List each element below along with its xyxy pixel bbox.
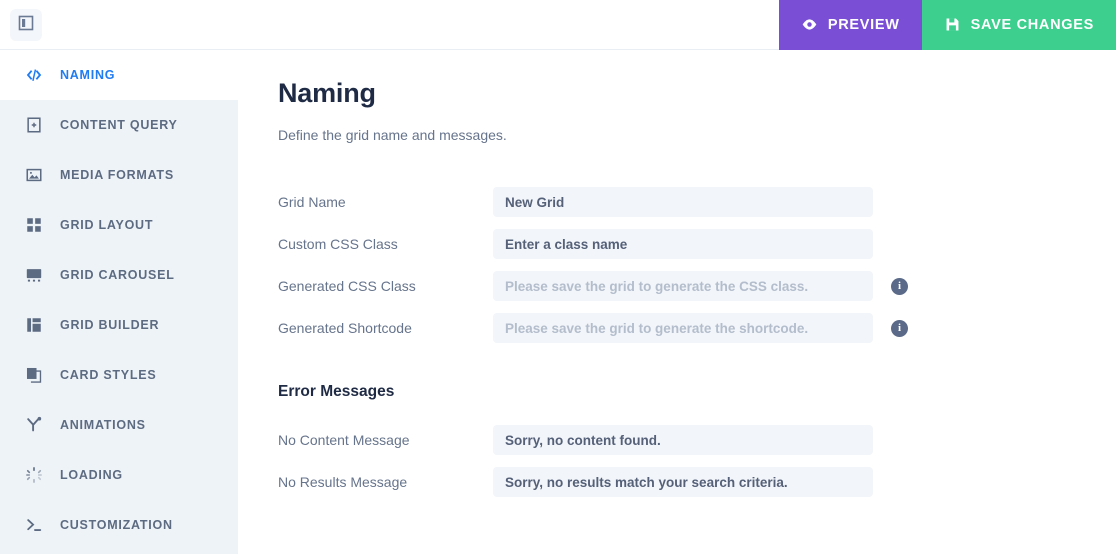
document-add-icon xyxy=(24,115,44,135)
sidebar-item-label: Customization xyxy=(60,518,173,532)
info-icon[interactable]: i xyxy=(891,319,908,337)
sidebar-item-animations[interactable]: Animations xyxy=(0,400,238,450)
monitor-icon xyxy=(24,265,44,285)
field-row-custom-css-class: Custom CSS Class Enter a class name xyxy=(278,229,1076,259)
generated-shortcode-input[interactable]: Please save the grid to generate the sho… xyxy=(493,313,873,343)
field-row-no-content-message: No Content Message Sorry, no content fou… xyxy=(278,425,1076,455)
sidebar-item-customization[interactable]: Customization xyxy=(0,500,238,550)
no-content-message-input[interactable]: Sorry, no content found. xyxy=(493,425,873,455)
sidebar-item-label: Content Query xyxy=(60,118,178,132)
sidebar-item-label: Animations xyxy=(60,418,146,432)
floppy-disk-icon xyxy=(944,16,961,33)
info-icon[interactable]: i xyxy=(891,277,908,295)
page-title: Naming xyxy=(278,78,376,108)
field-row-generated-shortcode: Generated Shortcode Please save the grid… xyxy=(278,313,1076,343)
error-messages-section-title: Error Messages xyxy=(278,383,395,400)
sidebar-item-label: Loading xyxy=(60,468,123,482)
save-changes-button-label: Save Changes xyxy=(970,16,1094,33)
sidebar-item-label: Naming xyxy=(60,68,116,82)
field-value: New Grid xyxy=(505,194,565,210)
sidebar-item-label: Card Styles xyxy=(60,368,157,382)
field-label: Custom CSS Class xyxy=(278,236,398,252)
generated-css-class-input[interactable]: Please save the grid to generate the CSS… xyxy=(493,271,873,301)
main-content: Naming Define the grid name and messages… xyxy=(238,50,1116,554)
magic-wand-icon xyxy=(24,415,44,435)
sidebar-item-label: Grid Layout xyxy=(60,218,154,232)
field-value: Please save the grid to generate the sho… xyxy=(505,320,809,336)
sidebar-item-content-query[interactable]: Content Query xyxy=(0,100,238,150)
top-header: Preview Save Changes xyxy=(0,0,1116,50)
image-icon xyxy=(24,165,44,185)
sidebar-toggle-icon xyxy=(18,15,34,34)
field-label: Grid Name xyxy=(278,194,346,210)
field-label: Generated CSS Class xyxy=(278,278,416,294)
terminal-prompt-icon xyxy=(24,515,44,535)
preview-button-label: Preview xyxy=(827,16,900,33)
sidebar-item-grid-layout[interactable]: Grid Layout xyxy=(0,200,238,250)
page-description: Define the grid name and messages. xyxy=(278,127,507,143)
grid-name-input[interactable]: New Grid xyxy=(493,187,873,217)
sidebar-item-label: Grid Builder xyxy=(60,318,160,332)
naming-fields-group: Grid Name New Grid Custom CSS Class Ente… xyxy=(278,187,1076,343)
field-value: Enter a class name xyxy=(505,236,628,252)
sidebar-item-grid-carousel[interactable]: Grid Carousel xyxy=(0,250,238,300)
field-label: No Results Message xyxy=(278,474,408,490)
layout-columns-icon xyxy=(24,315,44,335)
header-actions: Preview Save Changes xyxy=(778,0,1116,50)
sidebar-item-card-styles[interactable]: Card Styles xyxy=(0,350,238,400)
field-label: No Content Message xyxy=(278,432,410,448)
sidebar-item-grid-builder[interactable]: Grid Builder xyxy=(0,300,238,350)
field-value: Please save the grid to generate the CSS… xyxy=(505,278,809,294)
app-root: Preview Save Changes xyxy=(0,0,1116,554)
field-row-no-results-message: No Results Message Sorry, no results mat… xyxy=(278,467,1076,497)
preview-button[interactable]: Preview xyxy=(778,0,922,50)
grid-squares-icon xyxy=(24,215,44,235)
field-row-generated-css-class: Generated CSS Class Please save the grid… xyxy=(278,271,1076,301)
sidebar-nav: Naming Content Query xyxy=(0,50,238,554)
field-value: Sorry, no results match your search crit… xyxy=(505,474,788,490)
field-value: Sorry, no content found. xyxy=(505,432,661,448)
eye-icon xyxy=(801,16,818,33)
sidebar-item-naming[interactable]: Naming xyxy=(0,50,238,100)
sidebar-item-label: Grid Carousel xyxy=(60,268,175,282)
field-row-grid-name: Grid Name New Grid xyxy=(278,187,1076,217)
custom-css-class-input[interactable]: Enter a class name xyxy=(493,229,873,259)
sidebar-toggle-button[interactable] xyxy=(10,8,42,41)
spinner-icon xyxy=(24,465,44,485)
sidebar-item-media-formats[interactable]: Media Formats xyxy=(0,150,238,200)
sidebar-item-loading[interactable]: Loading xyxy=(0,450,238,500)
body-wrapper: Naming Content Query xyxy=(0,50,1116,554)
save-changes-button[interactable]: Save Changes xyxy=(921,0,1116,50)
error-message-fields-group: No Content Message Sorry, no content fou… xyxy=(278,425,1076,497)
code-icon xyxy=(24,65,44,85)
cards-stack-icon xyxy=(24,365,44,385)
no-results-message-input[interactable]: Sorry, no results match your search crit… xyxy=(493,467,873,497)
field-label: Generated Shortcode xyxy=(278,320,412,336)
sidebar-item-label: Media Formats xyxy=(60,168,174,182)
